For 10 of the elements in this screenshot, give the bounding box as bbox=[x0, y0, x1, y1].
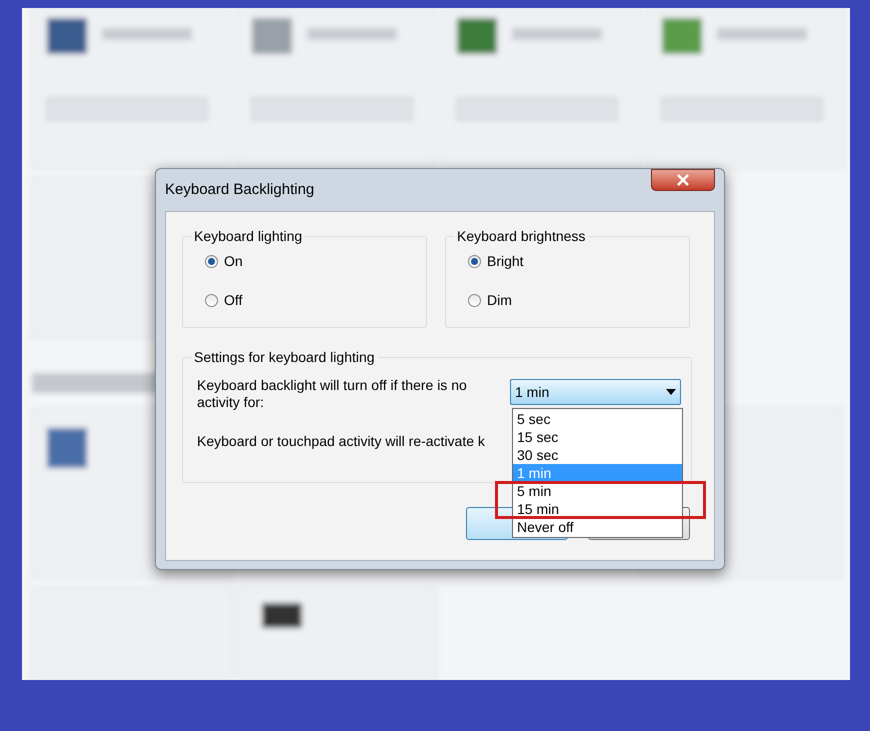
radio-label: Dim bbox=[487, 291, 512, 310]
radio-label: Off bbox=[224, 291, 242, 310]
window-title: Keyboard Backlighting bbox=[165, 180, 314, 200]
group-title: Keyboard brightness bbox=[456, 227, 586, 246]
group-title: Settings for keyboard lighting bbox=[193, 348, 376, 367]
group-title: Keyboard lighting bbox=[193, 227, 304, 246]
radio-label: On bbox=[224, 252, 243, 271]
reactivate-text: Keyboard or touchpad activity will re-activate k bbox=[197, 432, 485, 451]
radio-label: Bright bbox=[487, 252, 524, 271]
timeout-label: Keyboard backlight will turn off if there is no activity for: bbox=[197, 377, 468, 411]
